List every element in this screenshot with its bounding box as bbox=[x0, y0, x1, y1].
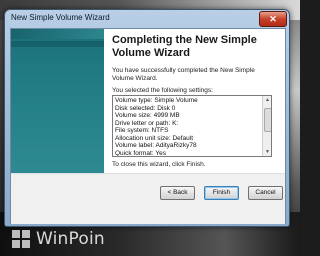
windows-logo-icon bbox=[12, 230, 30, 248]
watermark-text: WinPoin bbox=[36, 229, 105, 249]
finish-button[interactable]: Finish bbox=[204, 186, 239, 200]
button-bar bbox=[11, 173, 285, 224]
settings-line: Volume type: Simple Volume bbox=[115, 97, 198, 104]
close-icon: ✕ bbox=[269, 14, 277, 24]
scroll-thumb[interactable] bbox=[264, 108, 271, 132]
wizard-side-banner bbox=[11, 29, 104, 173]
settings-line: Disk selected: Disk 0 bbox=[115, 104, 176, 112]
window-title: New Simple Volume Wizard bbox=[11, 13, 110, 22]
title-bar[interactable]: New Simple Volume Wizard ✕ bbox=[5, 10, 289, 28]
completed-message: You have successfully completed the New … bbox=[112, 67, 255, 82]
wizard-window: New Simple Volume Wizard ✕ Completing th… bbox=[4, 9, 290, 227]
wizard-heading: Completing the New Simple Volume Wizard bbox=[112, 34, 257, 59]
settings-summary-box[interactable]: Volume type: Simple Volume Disk selected… bbox=[112, 95, 272, 157]
settings-line: File system: NTFS bbox=[115, 127, 169, 134]
cancel-button[interactable]: Cancel bbox=[248, 186, 283, 200]
winpoin-watermark: WinPoin bbox=[12, 228, 132, 250]
settings-label: You selected the following settings: bbox=[112, 87, 213, 94]
settings-scrollbar[interactable]: ▲ ▼ bbox=[262, 96, 271, 156]
settings-line: Quick format: Yes bbox=[115, 149, 166, 157]
banner-stripe bbox=[11, 29, 104, 39]
scroll-down-arrow-icon[interactable]: ▼ bbox=[263, 148, 271, 156]
scroll-up-arrow-icon[interactable]: ▲ bbox=[263, 96, 271, 104]
settings-line: Volume size: 4999 MB bbox=[115, 112, 180, 119]
settings-list: Volume type: Simple Volume Disk selected… bbox=[115, 97, 261, 157]
settings-line: Volume label: AdityaRizky78 bbox=[115, 142, 197, 149]
close-button[interactable]: ✕ bbox=[259, 11, 287, 27]
banner-stripe bbox=[11, 41, 104, 47]
back-button[interactable]: < Back bbox=[160, 186, 195, 200]
settings-line: Allocation unit size: Default bbox=[115, 134, 194, 142]
wizard-client-area: Completing the New Simple Volume Wizard … bbox=[10, 28, 286, 224]
close-instruction: To close this wizard, click Finish. bbox=[112, 161, 206, 168]
settings-line: Drive letter or path: K: bbox=[115, 119, 179, 127]
